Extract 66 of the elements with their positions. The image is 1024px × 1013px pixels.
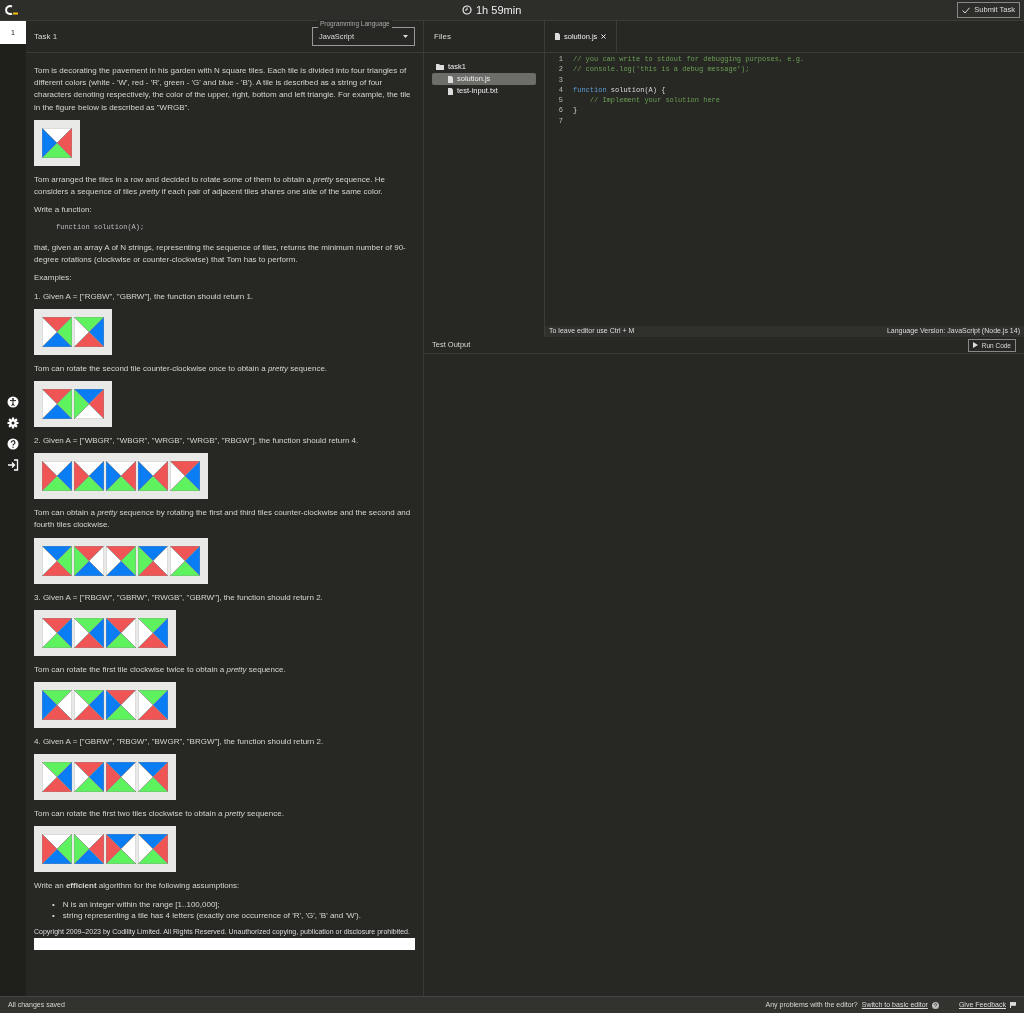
paragraph: Tom arranged the tiles in a row and decided to rotate some of them to obtain a pretty sequence. He considers a sequence of tiles pretty if each pair of adjacent tiles shares one side of the same color. — [34, 173, 386, 198]
tile-drawing — [42, 834, 72, 865]
paragraph: Tom can rotate the second tile counter-clockwise once to obtain a pretty sequence. — [34, 362, 329, 375]
close-icon[interactable] — [601, 34, 607, 39]
paragraph: 3. Given A = ["RBGW", "GBRW", "RWGB", "GBRW"], the function should return 2. — [34, 591, 324, 604]
tile-drawing — [42, 316, 72, 347]
paragraph: 1. Given A = ["RGBW", "GBRW"], the function should return 1. — [34, 290, 255, 303]
paragraph: 2. Given A = ["WBGR", "WBGR", "WRGB", "WRGB", "RBGW"], the function should return 4. — [34, 434, 360, 447]
sign-in-icon[interactable] — [7, 459, 19, 471]
paragraph: 4. Given A = ["GBRW", "RBGW", "BWGR", "BRGW"], the function should return 2. — [34, 735, 325, 748]
folder-icon — [436, 64, 444, 70]
accessibility-icon[interactable] — [7, 396, 19, 408]
list-item: N is an integer within the range [1..100,000]; — [62, 898, 220, 910]
tile-drawing — [138, 545, 168, 576]
bullet-mark: • — [52, 909, 55, 921]
play-icon — [972, 342, 978, 348]
clock-icon — [462, 5, 472, 15]
tile-drawing — [138, 689, 168, 720]
tile-drawing — [42, 388, 72, 419]
tile-drawing — [170, 461, 200, 492]
tile-drawing — [42, 617, 72, 648]
tile-drawing — [74, 461, 104, 492]
tile-drawing — [106, 617, 136, 648]
tile-drawing — [138, 461, 168, 492]
tile-drawing — [74, 316, 104, 347]
tile-drawing — [106, 834, 136, 865]
tile-drawing — [138, 762, 168, 793]
tile-drawing — [106, 545, 136, 576]
panel-title: Files — [434, 30, 451, 43]
tile-drawing — [74, 689, 104, 720]
tile-drawing — [74, 762, 104, 793]
tile-drawing — [106, 689, 136, 720]
task-title: Task 1 — [34, 30, 58, 43]
tile-drawing — [42, 689, 72, 720]
flag-icon — [1010, 1002, 1016, 1008]
paragraph: Tom can rotate the first tile clockwise twice to obtain a pretty sequence. — [34, 663, 287, 676]
tile-drawing — [74, 388, 104, 419]
paragraph: that, given an array A of N strings, representing the sequence of tiles, returns the minimum number of 90-degree rotations (clockwise or counter-clockwise) that Tom has to perform. — [34, 241, 407, 267]
tile-drawing — [74, 545, 104, 576]
tile-drawing — [106, 762, 136, 793]
tile-drawing — [106, 461, 136, 492]
timer: 1h 59min — [476, 2, 522, 18]
check-icon — [962, 6, 971, 14]
tile-drawing — [74, 617, 104, 648]
paragraph: Tom is decorating the pavement in his garden with N square tiles. Each tile is divided into four triangles of different colors (white - 'W', red - 'R', green - 'G' and blue - 'B'). A tile is described as a string of four characters denoting respectively, the color of the upper, right, bottom and left triangle. For example, the tile in the figure below is described as "WRGB". — [34, 65, 412, 114]
tile-drawing — [42, 762, 72, 793]
paragraph: Write an efficient algorithm for the following assumptions: — [34, 880, 241, 893]
caret-icon — [403, 35, 408, 38]
file-icon — [555, 33, 560, 40]
help-icon[interactable] — [931, 1001, 939, 1009]
paragraph: Tom can rotate the first two tiles clockwise to obtain a pretty sequence. — [34, 808, 285, 821]
paragraph: Tom can obtain a pretty sequence by rotating the first and third tiles counter-clockwise and the second and fourth tiles clockwise. — [34, 507, 412, 532]
tile-drawing — [42, 127, 72, 158]
task-tab[interactable]: 1 — [0, 21, 26, 44]
tile-drawing — [138, 834, 168, 865]
help-icon[interactable] — [7, 438, 19, 450]
tile-drawing — [42, 461, 72, 492]
tile-drawing — [74, 834, 104, 865]
bullet-mark: • — [52, 898, 55, 910]
tile-drawing — [42, 545, 72, 576]
tile-drawing — [170, 545, 200, 576]
paragraph: Write a function: — [34, 204, 93, 217]
paragraph: Examples: — [34, 272, 73, 285]
list-item: string representing a tile has 4 letters (exactly one occurrence of 'R', 'G', 'B' and 'W'). — [62, 909, 361, 921]
tile-drawing — [138, 617, 168, 648]
settings-icon[interactable] — [7, 417, 19, 429]
